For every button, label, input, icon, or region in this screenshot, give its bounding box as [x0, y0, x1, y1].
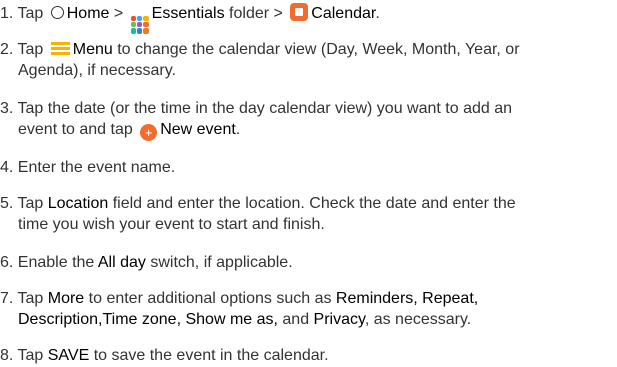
- step-number: 7.: [0, 290, 14, 307]
- step-7: 7. Tap More to enter additional options …: [0, 288, 612, 330]
- hamburger-menu-icon: [50, 42, 70, 55]
- all-day-label: All day: [97, 254, 146, 271]
- step-number: 5.: [0, 195, 14, 212]
- save-label: SAVE: [47, 347, 90, 364]
- step-text: Tap the date (or the time in the day cal…: [17, 100, 513, 117]
- calendar-app-icon: [290, 3, 309, 21]
- step-text: to enter additional options such as: [84, 290, 336, 307]
- step-text: event to and tap: [18, 121, 138, 138]
- more-label: More: [47, 290, 85, 307]
- step-1: 1. Tap Home > Essentials folder > Calend…: [0, 3, 612, 34]
- description-timezone-label: Description,Time zone, Show me as,: [18, 311, 278, 328]
- step-text: switch, if applicable.: [145, 254, 293, 271]
- step-text: , as necessary.: [364, 311, 472, 328]
- step-text: .: [235, 121, 241, 138]
- step-8: 8. Tap SAVE to save the event in the cal…: [0, 345, 612, 366]
- step-number: 1.: [0, 5, 14, 22]
- step-text: Tap: [17, 5, 48, 22]
- step-number: 4.: [0, 159, 14, 176]
- step-text: Tap: [17, 195, 48, 212]
- step-3: 3. Tap the date (or the time in the day …: [0, 98, 612, 141]
- step-continuation: Agenda), if necessary.: [18, 62, 177, 79]
- step-2: 2. Tap Menu to change the calendar view …: [0, 39, 612, 81]
- step-text: to save the event in the calendar.: [89, 347, 329, 364]
- privacy-label: Privacy: [313, 311, 365, 328]
- step-text: and: [277, 311, 314, 328]
- step-text: Enter the event name.: [17, 159, 176, 176]
- step-number: 6.: [0, 254, 14, 271]
- step-number: 8.: [0, 347, 14, 364]
- essentials-label: Essentials: [151, 5, 225, 22]
- menu-label: Menu: [72, 41, 113, 58]
- new-event-label: New event: [160, 121, 236, 138]
- step-5: 5. Tap Location field and enter the loca…: [0, 193, 612, 235]
- step-text: Tap: [17, 290, 48, 307]
- step-4: 4. Enter the event name.: [0, 157, 612, 178]
- step-text: Enable the: [17, 254, 98, 271]
- step-6: 6. Enable the All day switch, if applica…: [0, 252, 612, 273]
- home-label: Home: [66, 5, 110, 22]
- step-text: folder >: [224, 5, 288, 22]
- step-text: >: [109, 5, 128, 22]
- step-text: to change the calendar view (Day, Week, …: [112, 41, 520, 58]
- step-number: 3.: [0, 100, 14, 117]
- folder-grid-icon: [130, 15, 149, 34]
- calendar-label: Calendar: [311, 5, 376, 22]
- step-continuation: time you wish your event to start and fi…: [18, 216, 325, 233]
- instructions-page: 1. Tap Home > Essentials folder > Calend…: [0, 0, 617, 367]
- reminders-repeat-label: Reminders, Repeat,: [335, 290, 479, 307]
- step-number: 2.: [0, 41, 14, 58]
- step-text: .: [375, 5, 380, 22]
- step-text: field and enter the location. Check the …: [108, 195, 516, 212]
- step-text: Tap: [17, 347, 48, 364]
- step-text: Tap: [17, 41, 48, 58]
- add-plus-icon: +: [140, 124, 158, 141]
- home-circle-icon: [50, 6, 64, 19]
- location-label: Location: [47, 195, 109, 212]
